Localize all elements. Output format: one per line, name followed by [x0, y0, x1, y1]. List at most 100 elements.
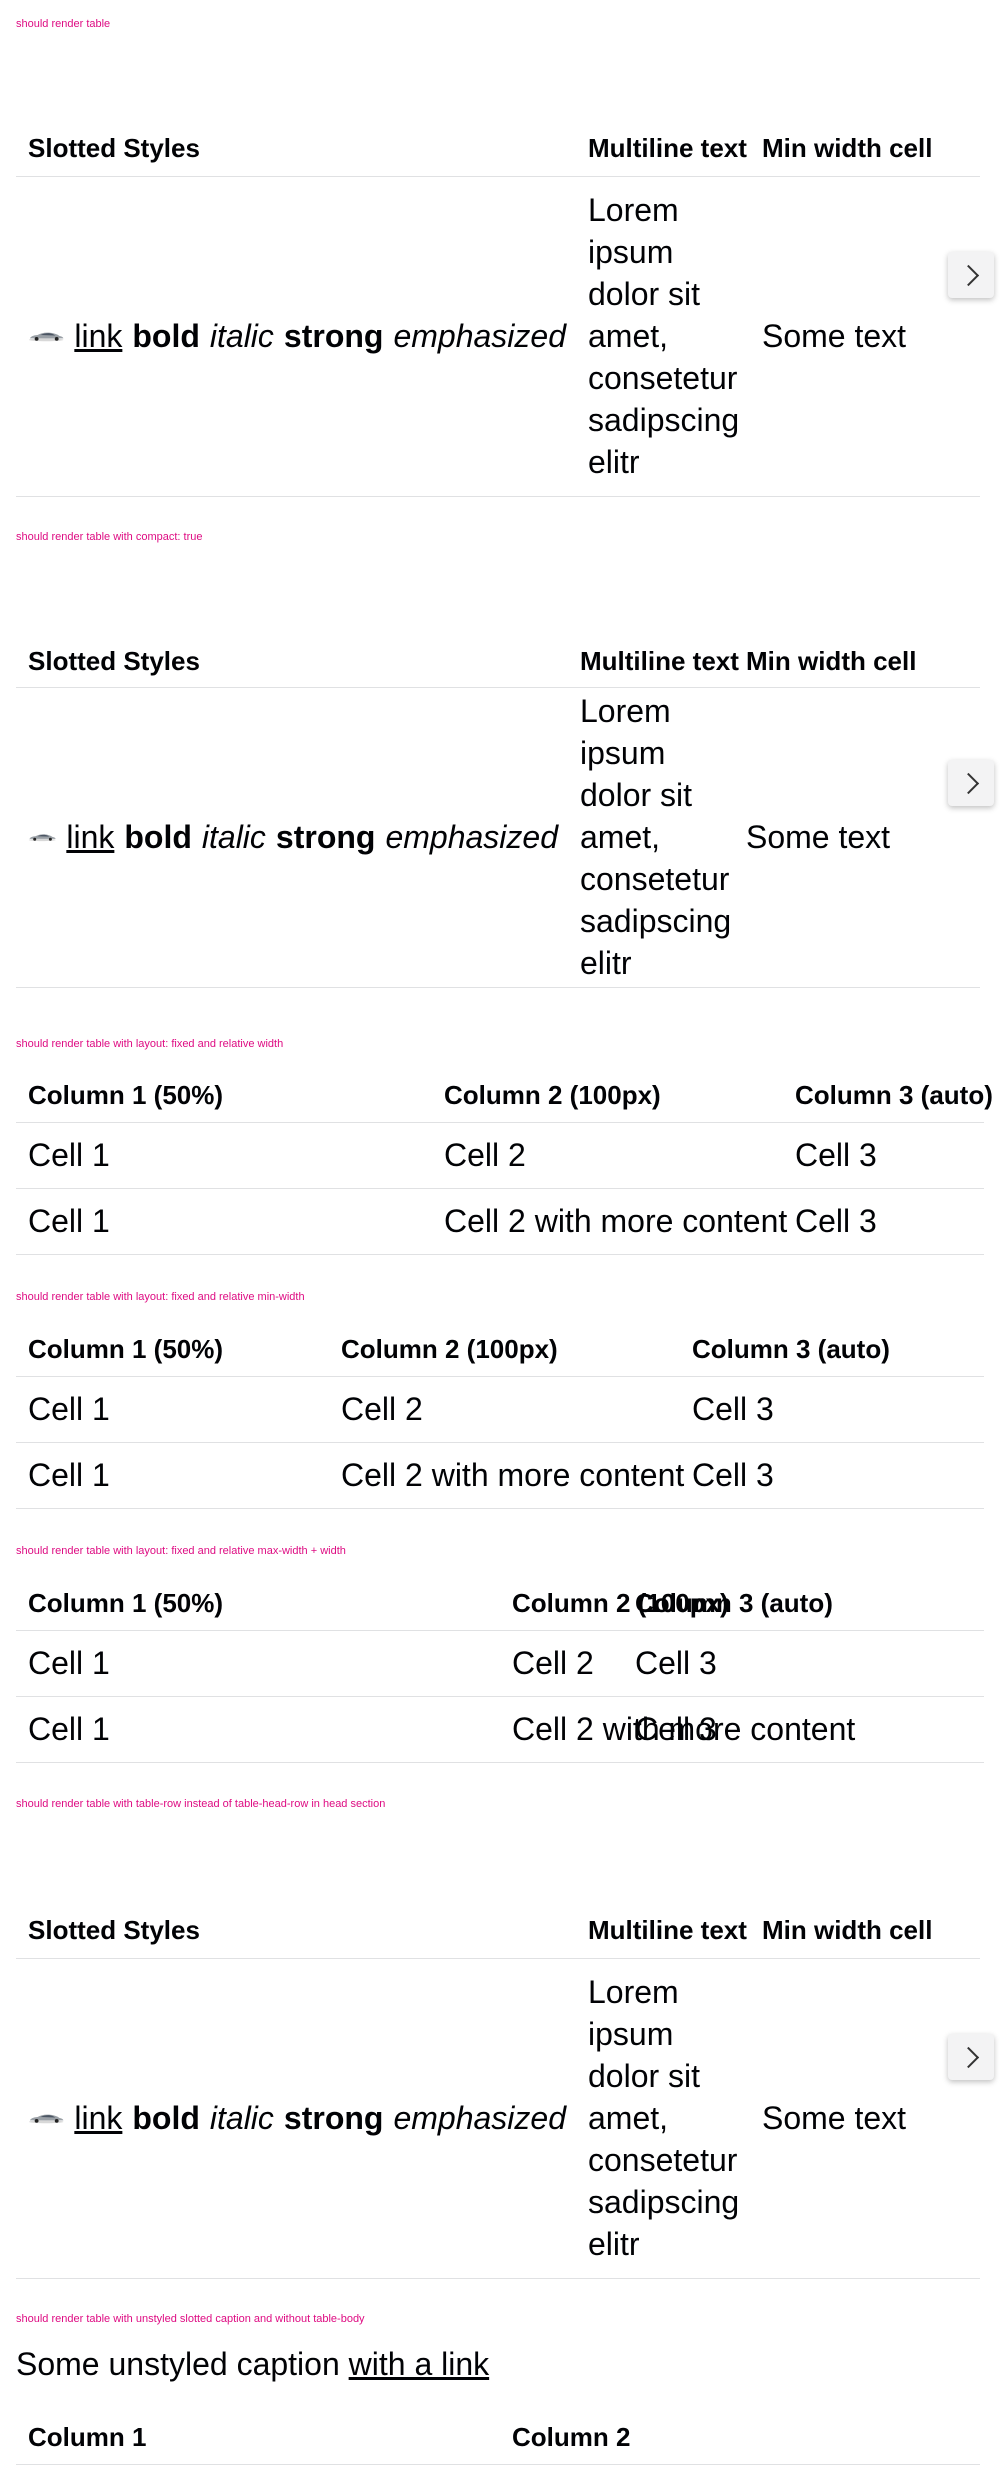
- table-row: Cell 1 Cell 2 Cell 3: [16, 1630, 984, 1697]
- car-image: [28, 834, 56, 842]
- table-cell: Cell 2: [512, 1644, 594, 1681]
- table-cell: Cell 2: [444, 1136, 526, 1173]
- header-column-1[interactable]: Column 1 (50%): [16, 1576, 500, 1630]
- slotted-emphasized: emphasized: [393, 2099, 566, 2136]
- header-column-1[interactable]: Column 1 (50%): [16, 1068, 432, 1122]
- table-cell: Cell 1: [28, 1710, 110, 1747]
- car-image: [28, 2114, 64, 2124]
- story-label: should render table with layout: fixed a…: [16, 1291, 305, 1303]
- slotted-styles-cell: link bold italic strong emphasized: [16, 687, 568, 987]
- header-multiline[interactable]: Multiline text: [576, 1902, 750, 1958]
- header-slotted-styles[interactable]: Slotted Styles: [16, 120, 576, 176]
- story-label: should render table: [16, 18, 111, 30]
- header-column-2[interactable]: Column 2 (100px): [329, 1322, 680, 1376]
- story-label: should render table with layout: fixed a…: [16, 1038, 284, 1050]
- header-column-3[interactable]: Column 3 (auto): [783, 1068, 993, 1122]
- scroll-right-button[interactable]: [948, 2034, 994, 2080]
- scroll-right-button[interactable]: [948, 252, 994, 298]
- table-cell: Cell 3: [692, 1390, 774, 1427]
- story-label: should render table with layout: fixed a…: [16, 1545, 346, 1557]
- header-column-3[interactable]: Column 3 (auto): [680, 1322, 984, 1376]
- table-cell: Cell 2 with more content: [341, 1456, 685, 1493]
- slotted-link[interactable]: link: [74, 318, 122, 355]
- table-cell: Cell 1: [28, 1456, 110, 1493]
- chevron-right-icon: [957, 2046, 979, 2068]
- table-head-row: Slotted Styles Multiline text Min width …: [16, 120, 980, 177]
- table-head-row: Column 1 (50%) Column 2 (100px) Column 3…: [16, 1322, 984, 1377]
- table-row: Cell 1 Cell 2 with more content Cell 3: [16, 1696, 984, 1763]
- slotted-italic: italic: [201, 818, 266, 855]
- multiline-cell: Lorem ipsum dolor sit amet, consetetur s…: [580, 693, 732, 981]
- table-row: Slotted Styles Multiline text Min width …: [16, 1902, 980, 1959]
- table-row: Cell 1 Cell 2 with more content Cell 3: [16, 1188, 984, 1255]
- table-fixed-max-width: Column 1 (50%) Column 2 (100px) Column 3…: [16, 1576, 984, 1763]
- table-cell: Cell 3: [635, 1644, 717, 1681]
- table-row: Cell 1 Cell 2 with more content Cell 3: [16, 1442, 984, 1509]
- table-cell: Cell 2 with more content: [512, 1710, 856, 1747]
- slotted-bold: bold: [132, 2099, 200, 2136]
- table-head-row: Column 1 (50%) Column 2 (100px) Column 3…: [16, 1068, 993, 1123]
- multiline-cell: Lorem ipsum dolor sit amet, consetetur s…: [588, 1974, 740, 2262]
- header-slotted-styles[interactable]: Slotted Styles: [16, 635, 568, 687]
- table-default: Slotted Styles Multiline text Min width …: [16, 120, 980, 497]
- min-width-cell: Some text: [762, 2099, 907, 2136]
- table-compact: Slotted Styles Multiline text Min width …: [16, 635, 980, 988]
- table-row: Cell 1 Cell 2 Cell 3: [16, 1376, 984, 1443]
- caption-link[interactable]: with a link: [349, 2346, 490, 2382]
- min-width-cell: Some text: [762, 317, 907, 354]
- slotted-bold: bold: [124, 818, 192, 855]
- table-cell: Cell 3: [795, 1136, 877, 1173]
- story-label: should render table with unstyled slotte…: [16, 2313, 365, 2325]
- table-row: link bold italic strong emphasized Lorem…: [16, 176, 980, 497]
- table-caption: Some unstyled caption with a link: [16, 2346, 489, 2383]
- header-column-2[interactable]: Column 2: [500, 2410, 980, 2464]
- header-min-width[interactable]: Min width cell: [750, 120, 980, 176]
- header-min-width[interactable]: Min width cell: [734, 635, 980, 687]
- caption-text: Some unstyled caption: [16, 2346, 340, 2382]
- header-column-1[interactable]: Column 1 (50%): [16, 1322, 329, 1376]
- slotted-strong: strong: [283, 317, 384, 354]
- slotted-strong: strong: [283, 2099, 384, 2136]
- chevron-right-icon: [957, 772, 979, 794]
- multiline-cell: Lorem ipsum dolor sit amet, consetetur s…: [588, 192, 740, 480]
- chevron-right-icon: [957, 264, 979, 286]
- header-column-1[interactable]: Column 1: [16, 2410, 500, 2464]
- slotted-bold: bold: [132, 317, 200, 354]
- table-cell: Cell 1: [28, 1644, 110, 1681]
- slotted-italic: italic: [209, 317, 274, 354]
- table-with-caption: Column 1 Column 2: [16, 2410, 980, 2465]
- table-fixed-width: Column 1 (50%) Column 2 (100px) Column 3…: [16, 1068, 993, 1255]
- table-cell: Cell 2: [341, 1390, 423, 1427]
- car-image: [28, 332, 64, 342]
- table-head-row: Column 1 (50%) Column 2 (100px) Column 3…: [16, 1576, 984, 1631]
- table-row: link bold italic strong emphasized Lorem…: [16, 687, 980, 988]
- slotted-emphasized: emphasized: [385, 818, 558, 855]
- table-row: Cell 1 Cell 2 Cell 3: [16, 1122, 984, 1189]
- header-column-2[interactable]: Column 2 (100px): [500, 1576, 729, 1630]
- slotted-styles-cell: link bold italic strong emphasized: [16, 176, 576, 496]
- table-cell: Cell 2 with more content: [444, 1202, 788, 1239]
- slotted-link[interactable]: link: [74, 2100, 122, 2137]
- header-min-width[interactable]: Min width cell: [750, 1902, 980, 1958]
- slotted-styles-cell: link bold italic strong emphasized: [16, 1958, 576, 2278]
- table-cell: Cell 1: [28, 1390, 110, 1427]
- header-slotted-styles[interactable]: Slotted Styles: [16, 1902, 576, 1958]
- slotted-strong: strong: [275, 818, 376, 855]
- slotted-emphasized: emphasized: [393, 317, 566, 354]
- header-column-3[interactable]: Column 3 (auto): [623, 1576, 984, 1630]
- table-head-row: Column 1 Column 2: [16, 2410, 980, 2465]
- table-head-row: Slotted Styles Multiline text Min width …: [16, 635, 980, 688]
- header-multiline[interactable]: Multiline text: [576, 120, 750, 176]
- table-cell: Cell 1: [28, 1136, 110, 1173]
- header-multiline[interactable]: Multiline text: [568, 635, 739, 687]
- slotted-italic: italic: [209, 2099, 274, 2136]
- slotted-link[interactable]: link: [66, 819, 114, 856]
- header-column-2[interactable]: Column 2 (100px): [432, 1068, 783, 1122]
- story-label: should render table with table-row inste…: [16, 1798, 386, 1810]
- table-cell: Cell 3: [795, 1202, 877, 1239]
- story-label: should render table with compact: true: [16, 531, 203, 543]
- table-fixed-min-width: Column 1 (50%) Column 2 (100px) Column 3…: [16, 1322, 984, 1509]
- scroll-right-button[interactable]: [948, 760, 994, 806]
- table-head-as-row: Slotted Styles Multiline text Min width …: [16, 1902, 980, 2279]
- table-cell: Cell 3: [692, 1456, 774, 1493]
